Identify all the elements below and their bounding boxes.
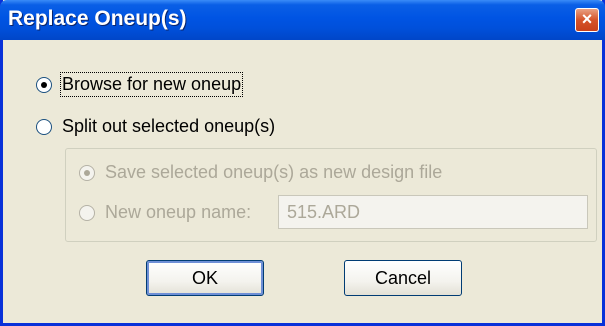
new-name-option: New oneup name: — [79, 202, 251, 223]
new-name-label: New oneup name: — [105, 202, 252, 222]
browse-option[interactable]: Browse for new oneup — [36, 72, 244, 97]
save-as-design-option: Save selected oneup(s) as new design fil… — [79, 162, 442, 183]
save-as-design-label: Save selected oneup(s) as new design fil… — [105, 162, 443, 182]
dialog-body: Browse for new oneup Split out selected … — [3, 40, 602, 323]
title-bar[interactable]: Replace Oneup(s) × — [0, 0, 605, 40]
split-option[interactable]: Split out selected oneup(s) — [36, 116, 275, 137]
dialog-title: Replace Oneup(s) — [8, 7, 187, 30]
close-icon: × — [581, 9, 593, 29]
split-option-label[interactable]: Split out selected oneup(s) — [62, 116, 275, 137]
cancel-button[interactable]: Cancel — [344, 260, 462, 296]
close-button[interactable]: × — [575, 8, 599, 32]
split-radio[interactable] — [36, 118, 52, 135]
browse-option-label[interactable]: Browse for new oneup — [59, 72, 244, 97]
save-as-design-radio — [79, 164, 95, 181]
browse-radio[interactable] — [36, 76, 52, 93]
new-oneup-name-field: 515.ARD — [278, 195, 588, 229]
new-name-radio — [79, 204, 95, 221]
ok-button[interactable]: OK — [146, 260, 264, 296]
replace-oneups-dialog: Replace Oneup(s) × Browse for new oneup … — [0, 0, 605, 326]
